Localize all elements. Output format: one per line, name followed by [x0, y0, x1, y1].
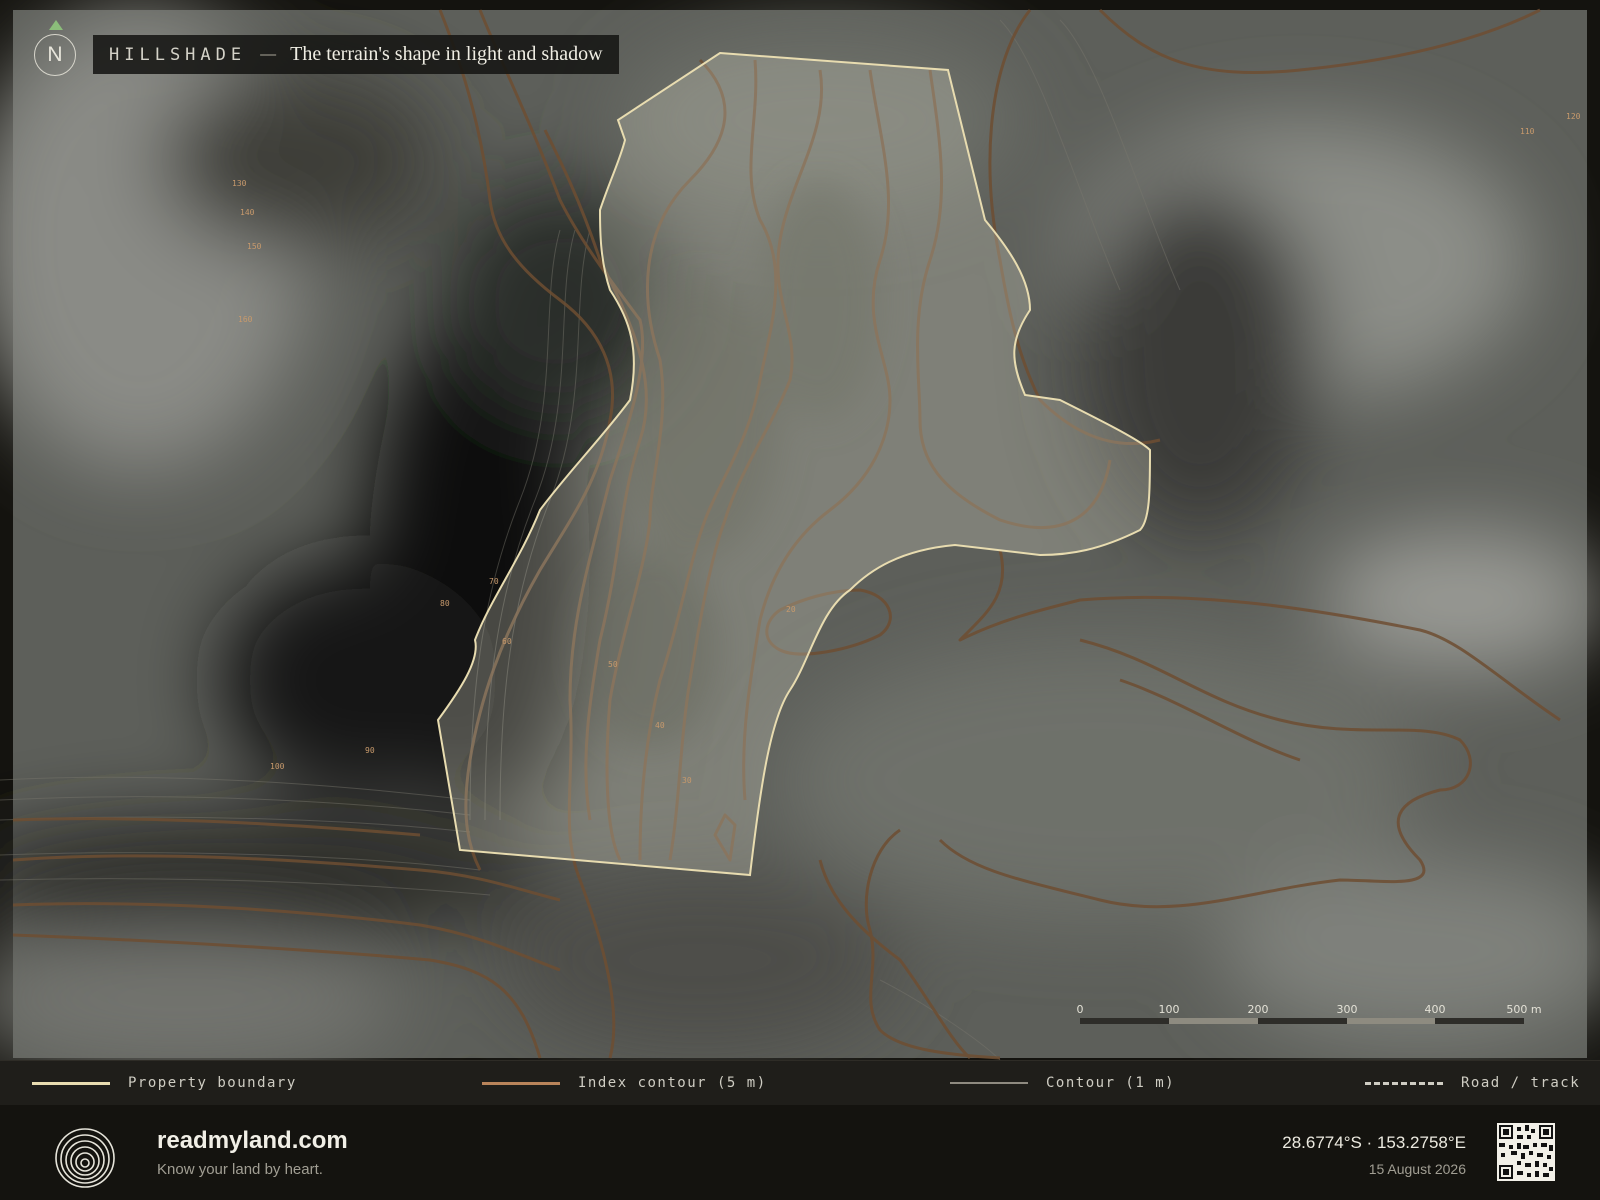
legend-label: Road / track [1461, 1075, 1581, 1091]
contour-label: 70 [489, 577, 499, 586]
legend-item-property-boundary: Property boundary [32, 1061, 297, 1105]
scale-label: 100 [1159, 1003, 1180, 1016]
scale-label: 500 m [1506, 1003, 1541, 1016]
title-dash: — [260, 45, 277, 63]
footer: readmyland.com Know your land by heart. … [0, 1105, 1600, 1200]
legend-swatch-boundary [32, 1081, 110, 1085]
contour-label: 140 [240, 208, 255, 217]
north-arrow: N [34, 20, 78, 82]
north-arrow-icon [49, 20, 63, 30]
scale-label: 400 [1425, 1003, 1446, 1016]
contour-label: 110 [1520, 127, 1535, 136]
scale-label: 0 [1077, 1003, 1084, 1016]
contour-label: 90 [365, 746, 375, 755]
qr-code-icon[interactable] [1497, 1123, 1555, 1181]
contour-label: 160 [238, 315, 253, 324]
map-date: 15 August 2026 [1368, 1161, 1466, 1177]
contour-label: 120 [1566, 112, 1581, 121]
brand-name[interactable]: readmyland.com [157, 1127, 348, 1155]
contour-label: 150 [247, 242, 262, 251]
title-kicker: HILLSHADE [109, 44, 247, 65]
legend-item-contour: Contour (1 m) [950, 1061, 1175, 1105]
fingerprint-logo-icon [55, 1128, 115, 1188]
legend-item-index-contour: Index contour (5 m) [482, 1061, 767, 1105]
legend-swatch-contour [950, 1082, 1028, 1084]
hillshade-map[interactable]: 130 140 150 160 110 120 70 80 60 50 40 30 20 90 100 0 1… [0, 0, 1600, 1060]
title-subtitle: The terrain's shape in light and shadow [290, 43, 603, 65]
north-label: N [34, 34, 76, 76]
contour-label: 30 [682, 776, 692, 785]
contour-label: 100 [270, 762, 285, 771]
brand-tagline: Know your land by heart. [157, 1161, 323, 1178]
scale-label: 200 [1248, 1003, 1269, 1016]
contour-label: 60 [502, 637, 512, 646]
contour-label: 50 [608, 660, 618, 669]
legend-swatch-index-contour [482, 1081, 560, 1085]
contour-label: 20 [786, 605, 796, 614]
contour-label: 130 [232, 179, 247, 188]
contour-label: 40 [655, 721, 665, 730]
legend-label: Property boundary [128, 1075, 297, 1091]
map-legend: Property boundary Index contour (5 m) Co… [0, 1060, 1600, 1106]
legend-item-road: Road / track [1365, 1061, 1580, 1105]
scale-label: 300 [1337, 1003, 1358, 1016]
map-title: HILLSHADE — The terrain's shape in light… [93, 35, 619, 74]
legend-label: Contour (1 m) [1046, 1075, 1176, 1091]
legend-label: Index contour (5 m) [578, 1075, 767, 1091]
coordinates: 28.6774°S · 153.2758°E [1282, 1133, 1466, 1152]
legend-swatch-road [1365, 1081, 1443, 1085]
contour-label: 80 [440, 599, 450, 608]
